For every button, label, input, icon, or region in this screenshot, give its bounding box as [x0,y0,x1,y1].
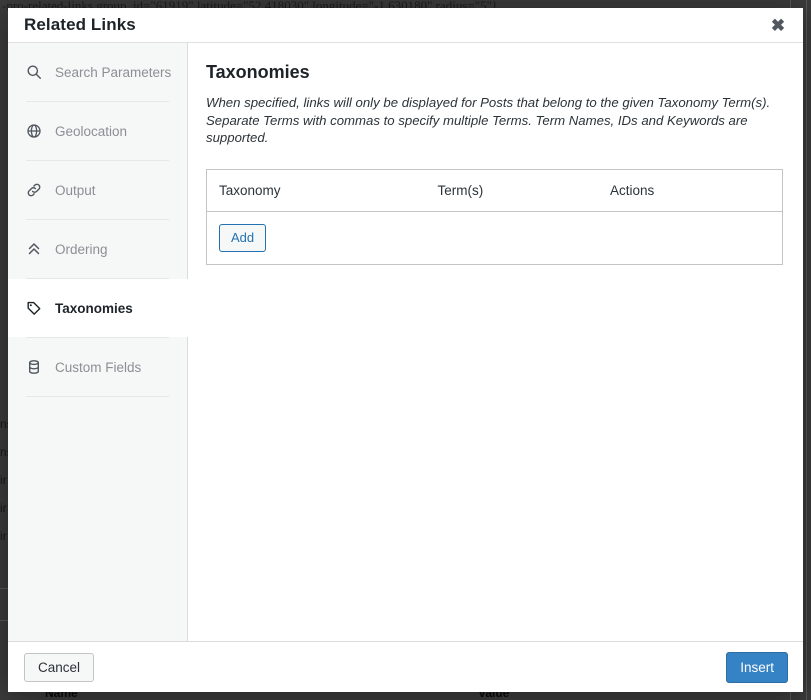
tag-icon [26,300,42,316]
sidebar-item-label: Taxonomies [55,300,133,316]
column-header-taxonomy: Taxonomy [207,169,426,212]
sidebar-item-ordering[interactable]: Ordering [8,220,187,278]
table-header-row: Taxonomy Term(s) Actions [207,169,782,212]
modal-footer: Cancel Insert [8,641,803,692]
background-rule [806,0,807,700]
insert-button[interactable]: Insert [726,651,788,683]
sidebar-item-label: Custom Fields [55,359,142,375]
sidebar-item-custom-fields[interactable]: Custom Fields [8,338,187,396]
add-button[interactable]: Add [219,223,267,253]
sidebar-item-label: Geolocation [55,123,128,139]
chevrons-up-icon [26,241,42,257]
search-icon [26,64,42,80]
panel-description: When specified, links will only be displ… [206,95,771,145]
link-icon [26,182,42,198]
modal-body: Search Parameters Geolocation Output Ord… [8,43,803,641]
sidebar-item-output[interactable]: Output [8,161,187,219]
cancel-button[interactable]: Cancel [24,652,95,682]
sidebar-item-label: Output [55,182,96,198]
sidebar-item-label: Ordering [55,241,108,257]
related-links-modal: Related Links ✖ Search Parameters Geoloc… [8,8,803,692]
modal-sidebar: Search Parameters Geolocation Output Ord… [8,43,188,641]
sidebar-divider [26,396,169,397]
sidebar-item-geolocation[interactable]: Geolocation [8,102,187,160]
globe-icon [26,123,42,139]
sidebar-item-search-parameters[interactable]: Search Parameters [8,43,187,101]
add-row-cell: Add [207,211,782,265]
sidebar-item-label: Search Parameters [55,64,172,80]
modal-title: Related Links [24,15,136,34]
database-icon [26,359,42,375]
page-title: Taxonomies [206,62,310,82]
taxonomies-table: Taxonomy Term(s) Actions Add [206,168,783,266]
table-footer-row: Add [207,211,782,265]
column-header-actions: Actions [598,169,782,212]
close-icon[interactable]: ✖ [767,14,789,36]
modal-header: Related Links ✖ [8,8,803,43]
taxonomies-panel: Taxonomies When specified, links will on… [188,43,803,641]
column-header-terms: Term(s) [425,169,598,212]
sidebar-item-taxonomies[interactable]: Taxonomies [8,279,188,337]
